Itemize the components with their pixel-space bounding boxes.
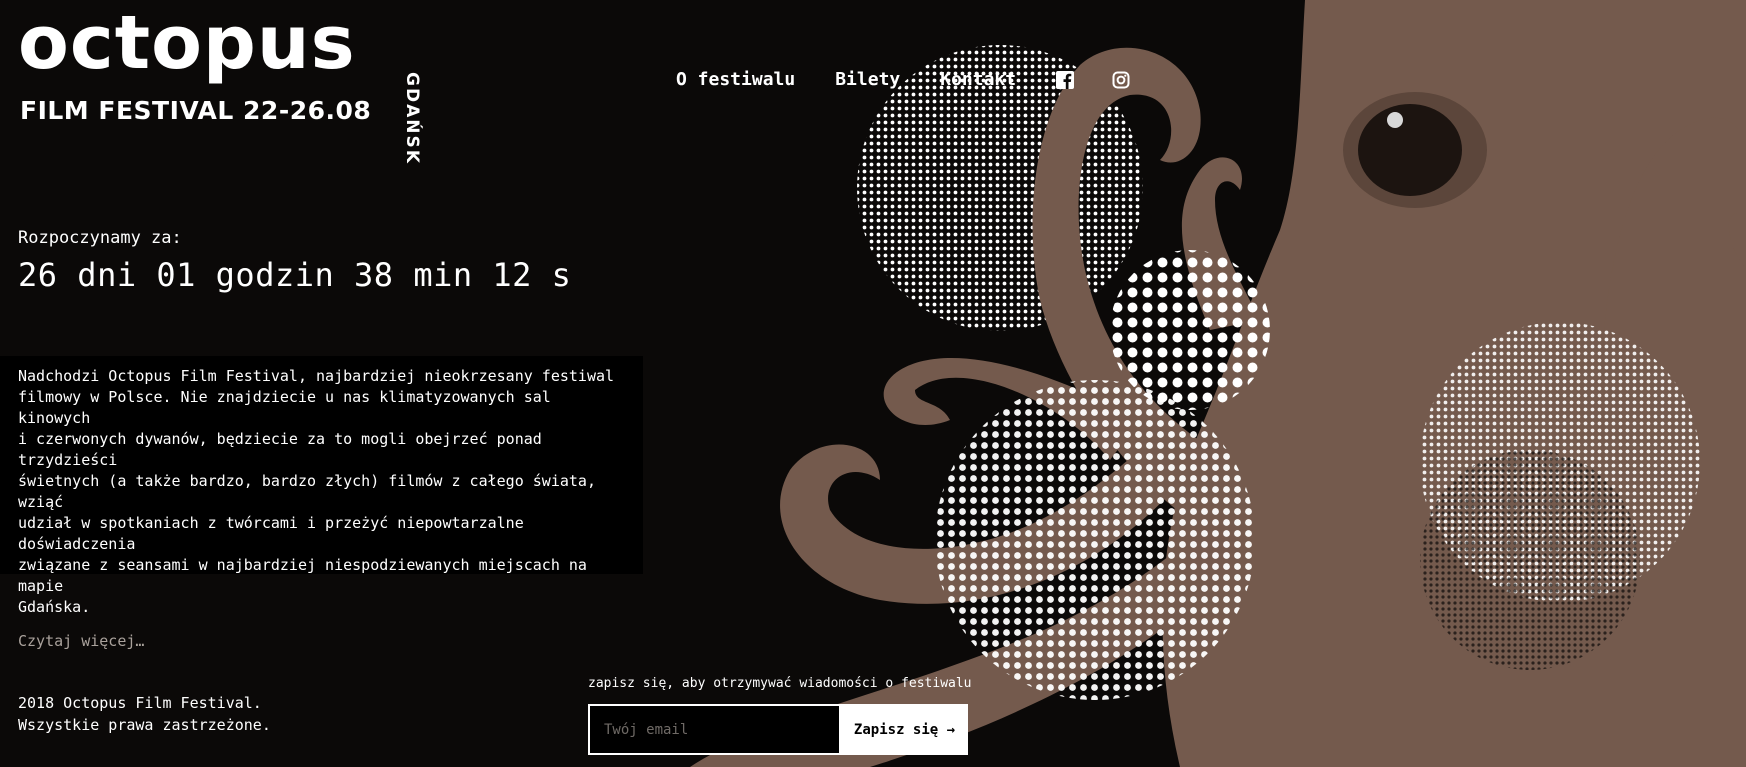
about-panel: Nadchodzi Octopus Film Festival, najbard…	[0, 356, 643, 650]
logo-wordmark: octopus	[18, 0, 356, 86]
countdown-label: Rozpoczynamy za:	[18, 228, 182, 248]
instagram-icon[interactable]	[1112, 71, 1130, 89]
newsletter-form: Zapisz się →	[588, 704, 968, 755]
newsletter-label: zapisz się, aby otrzymywać wiadomości o …	[588, 676, 972, 691]
subscribe-button[interactable]: Zapisz się →	[841, 704, 968, 755]
nav-item-bilety[interactable]: Bilety	[835, 69, 900, 90]
countdown-timer: 26 dni 01 godzin 38 min 12 s	[18, 256, 572, 294]
logo-subtitle: FILM FESTIVAL 22-26.08	[20, 96, 372, 125]
dark-halftone	[1420, 450, 1640, 670]
logo-city: GDAŃSK	[402, 72, 422, 165]
about-text: Nadchodzi Octopus Film Festival, najbard…	[18, 367, 615, 616]
nav-item-o-festiwalu[interactable]: O festiwalu	[676, 69, 795, 90]
halftone-circle-middle	[935, 380, 1255, 700]
octopus-eye	[1343, 92, 1487, 208]
main-nav: O festiwalu Bilety Kontakt	[676, 69, 1168, 90]
festival-logo[interactable]: octopus FILM FESTIVAL 22-26.08 GDAŃSK	[18, 6, 423, 165]
copyright-line-1: 2018 Octopus Film Festival.	[18, 694, 262, 712]
facebook-icon[interactable]	[1056, 70, 1075, 89]
nav-item-kontakt[interactable]: Kontakt	[940, 69, 1016, 90]
email-field[interactable]	[588, 704, 841, 755]
read-more-link[interactable]: Czytaj więcej…	[18, 632, 625, 650]
copyright: 2018 Octopus Film Festival. Wszystkie pr…	[18, 692, 271, 736]
copyright-line-2: Wszystkie prawa zastrzeżone.	[18, 716, 271, 734]
halftone-circle-bubbles	[1110, 250, 1270, 410]
